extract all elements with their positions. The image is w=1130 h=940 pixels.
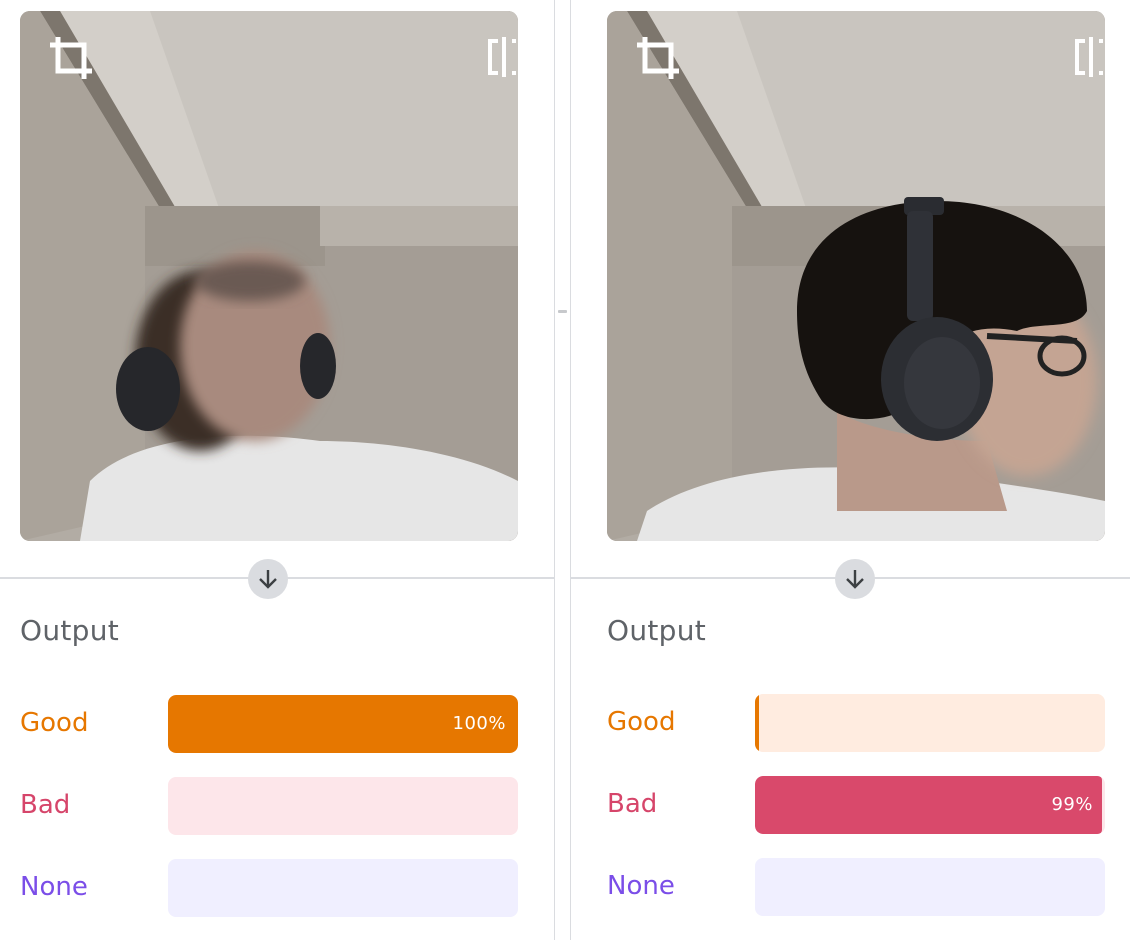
arrow-down-icon	[248, 559, 288, 599]
class-label-bad: Bad	[607, 789, 658, 819]
confidence-percent-good: 100%	[452, 713, 506, 734]
crop-icon[interactable]	[633, 33, 683, 83]
confidence-bar-none	[755, 858, 1105, 916]
flip-horizontal-icon[interactable]	[486, 35, 518, 79]
class-label-none: None	[607, 871, 675, 901]
class-label-bad: Bad	[20, 790, 71, 820]
confidence-fill-good	[755, 694, 759, 752]
confidence-bar-bad: 99%	[755, 776, 1105, 834]
output-title: Output	[20, 614, 120, 647]
left-panel: Output Good 100% Bad None	[0, 0, 554, 940]
class-label-good: Good	[20, 708, 89, 738]
confidence-fill-bad	[755, 776, 1102, 834]
panel-divider[interactable]	[554, 0, 571, 940]
class-label-none: None	[20, 872, 88, 902]
divider-grip[interactable]	[558, 310, 567, 313]
webcam-preview	[607, 11, 1105, 541]
crop-icon[interactable]	[46, 33, 96, 83]
output-title: Output	[607, 614, 707, 647]
confidence-bar-good	[755, 694, 1105, 752]
webcam-preview	[20, 11, 518, 541]
webcam-image	[20, 11, 518, 541]
confidence-bar-good: 100%	[168, 695, 518, 753]
confidence-bar-bad	[168, 777, 518, 835]
confidence-bar-none	[168, 859, 518, 917]
arrow-down-icon	[835, 559, 875, 599]
confidence-percent-bad: 99%	[1051, 794, 1093, 815]
right-panel: Output Good Bad 99% None	[571, 0, 1130, 940]
webcam-image	[607, 11, 1105, 541]
flip-horizontal-icon[interactable]	[1073, 35, 1105, 79]
class-label-good: Good	[607, 707, 676, 737]
